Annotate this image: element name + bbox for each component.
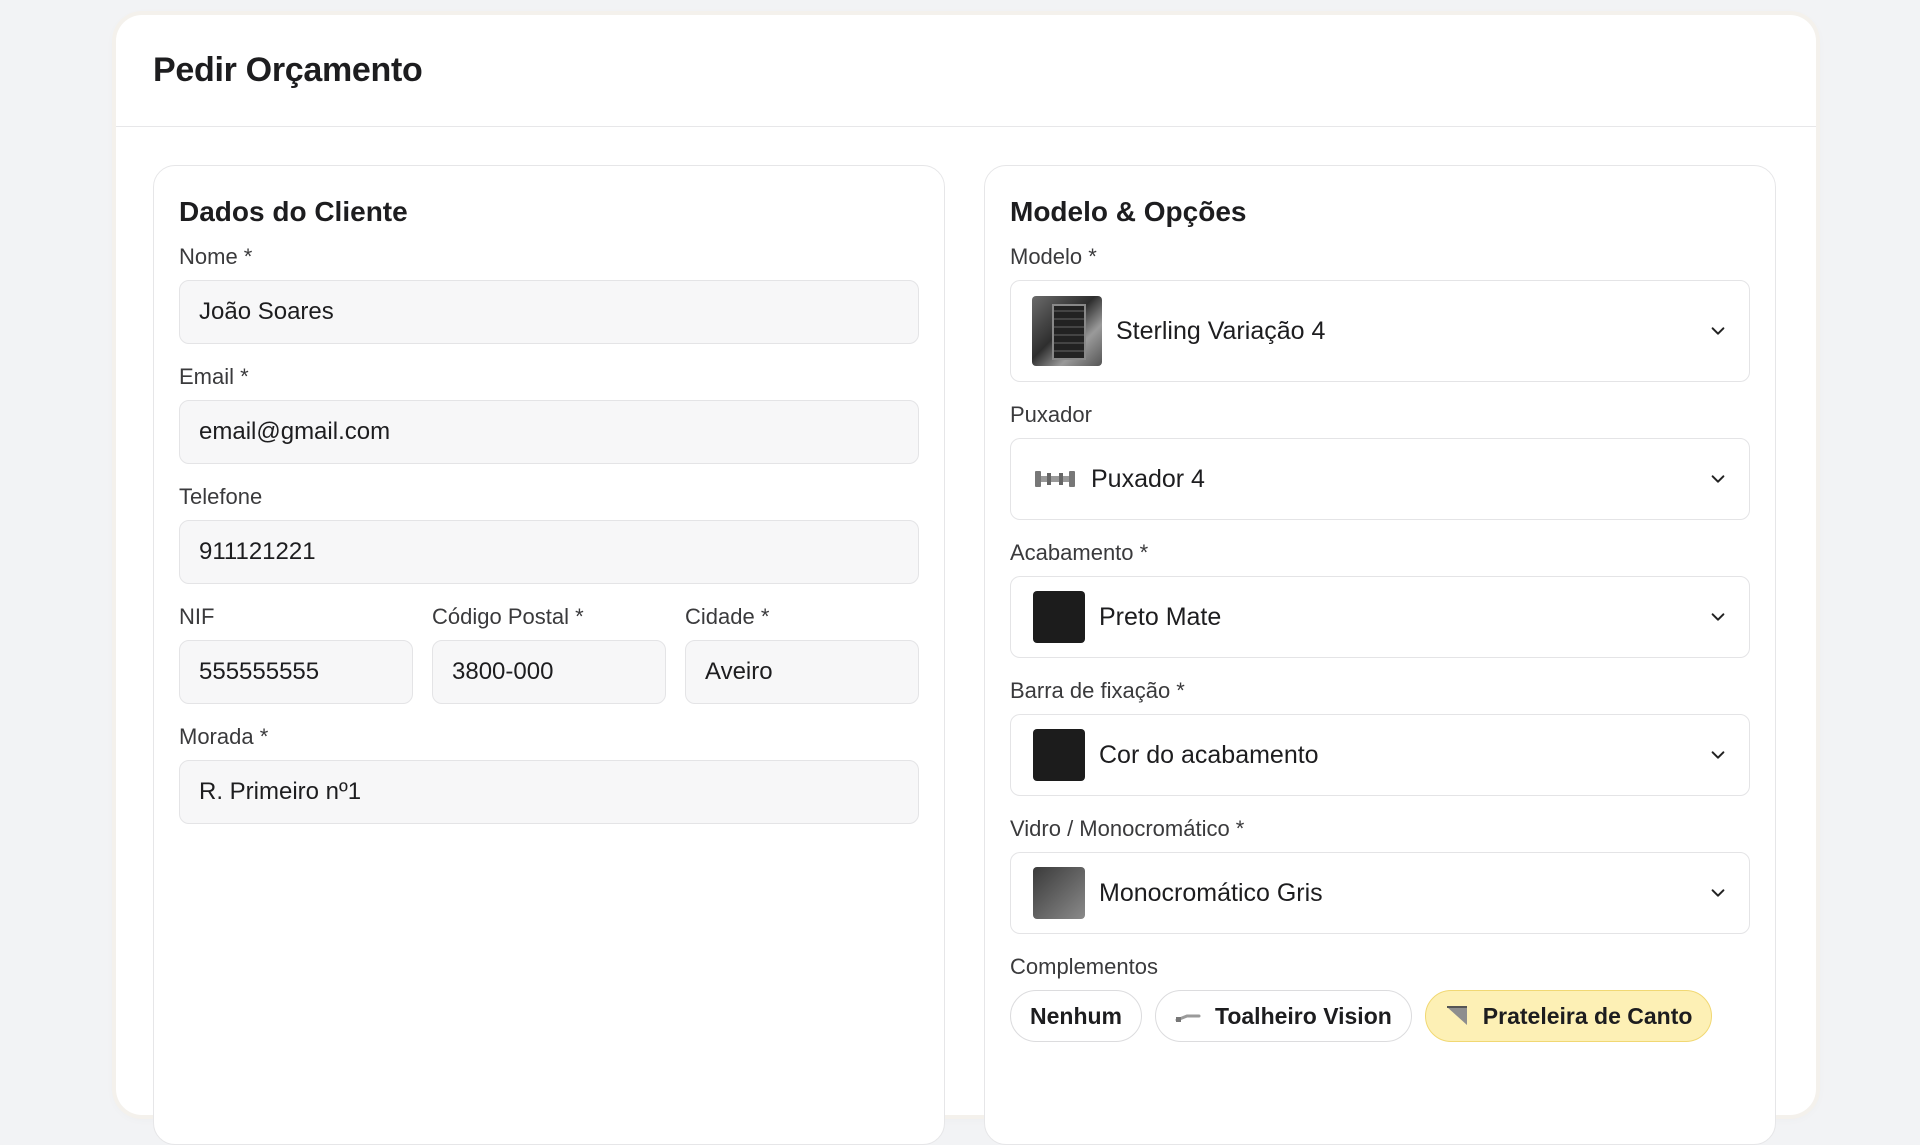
page-title: Pedir Orçamento <box>153 51 423 89</box>
chevron-down-icon <box>1711 613 1725 621</box>
modelo-label: Modelo * <box>1010 244 1097 269</box>
telefone-field-group: Telefone <box>179 484 919 584</box>
towel-rail-icon <box>1175 1008 1201 1024</box>
vidro-field-group: Vidro / Monocromático * Monocromático Gr… <box>1010 816 1750 934</box>
city-label: Cidade * <box>685 604 770 629</box>
postal-code-label: Código Postal * <box>432 604 584 629</box>
vidro-value: Monocromático Gris <box>1099 878 1323 907</box>
handle-icon <box>1035 471 1075 487</box>
nome-input[interactable] <box>179 280 919 344</box>
email-input[interactable] <box>179 400 919 464</box>
finish-color-swatch <box>1033 591 1085 643</box>
acabamento-label: Acabamento * <box>1010 540 1149 565</box>
chip-label: Nenhum <box>1030 1002 1122 1029</box>
bar-color-swatch <box>1033 729 1085 781</box>
barra-label: Barra de fixação * <box>1010 678 1185 703</box>
chip-label: Prateleira de Canto <box>1482 1002 1693 1029</box>
client-data-panel: Dados do Cliente Nome * Email * Telefone… <box>153 165 945 1145</box>
nome-label: Nome * <box>179 244 253 269</box>
vidro-label: Vidro / Monocromático * <box>1010 816 1245 841</box>
complementos-chips: Nenhum Toalheiro Vision Prateleira de Ca… <box>1010 990 1750 1042</box>
chevron-down-icon <box>1711 751 1725 759</box>
page-header: Pedir Orçamento <box>116 15 1816 127</box>
telefone-label: Telefone <box>179 484 263 509</box>
acabamento-select[interactable]: Preto Mate <box>1010 576 1750 658</box>
telefone-input[interactable] <box>179 520 919 584</box>
morada-input[interactable] <box>179 760 919 824</box>
corner-shelf-icon <box>1445 1005 1469 1027</box>
nome-field-group: Nome * <box>179 244 919 344</box>
chip-nenhum[interactable]: Nenhum <box>1010 990 1142 1042</box>
puxador-value: Puxador 4 <box>1091 464 1205 493</box>
puxador-field-group: Puxador Puxador 4 <box>1010 402 1750 520</box>
quote-card: Pedir Orçamento Dados do Cliente Nome * … <box>116 15 1816 1145</box>
postal-code-field-group: Código Postal * <box>432 604 666 704</box>
modelo-field-group: Modelo * Sterling Variação 4 <box>1010 244 1750 382</box>
nif-input[interactable] <box>179 640 413 704</box>
barra-select[interactable]: Cor do acabamento <box>1010 714 1750 796</box>
morada-field-group: Morada * <box>179 724 919 824</box>
barra-value: Cor do acabamento <box>1099 740 1319 769</box>
chip-prateleira-de-canto[interactable]: Prateleira de Canto <box>1424 990 1713 1042</box>
puxador-select[interactable]: Puxador 4 <box>1010 438 1750 520</box>
modelo-value: Sterling Variação 4 <box>1116 316 1326 345</box>
model-options-panel: Modelo & Opções Modelo * Sterling Variaç… <box>984 165 1776 1145</box>
chip-label: Toalheiro Vision <box>1215 1002 1392 1029</box>
postal-code-input[interactable] <box>432 640 666 704</box>
chip-toalheiro-vision[interactable]: Toalheiro Vision <box>1155 990 1412 1042</box>
morada-label: Morada * <box>179 724 269 749</box>
chevron-down-icon <box>1711 327 1725 335</box>
puxador-label: Puxador <box>1010 402 1092 427</box>
acabamento-value: Preto Mate <box>1099 602 1222 631</box>
city-input[interactable] <box>685 640 919 704</box>
nif-field-group: NIF <box>179 604 413 704</box>
acabamento-field-group: Acabamento * Preto Mate <box>1010 540 1750 658</box>
complementos-label: Complementos <box>1010 954 1158 979</box>
email-field-group: Email * <box>179 364 919 464</box>
options-panel-title: Modelo & Opções <box>1010 196 1247 227</box>
modelo-select[interactable]: Sterling Variação 4 <box>1010 280 1750 382</box>
nif-postal-city-row: NIF Código Postal * Cidade * <box>179 604 919 724</box>
complementos-field-group: Complementos Nenhum Toalheiro Vision Pra… <box>1010 954 1750 1042</box>
barra-field-group: Barra de fixação * Cor do acabamento <box>1010 678 1750 796</box>
client-panel-title: Dados do Cliente <box>179 196 408 227</box>
vidro-select[interactable]: Monocromático Gris <box>1010 852 1750 934</box>
city-field-group: Cidade * <box>685 604 919 704</box>
chevron-down-icon <box>1711 475 1725 483</box>
model-thumbnail-image <box>1032 296 1102 366</box>
glass-swatch <box>1033 867 1085 919</box>
email-label: Email * <box>179 364 249 389</box>
chevron-down-icon <box>1711 889 1725 897</box>
nif-label: NIF <box>179 604 215 629</box>
